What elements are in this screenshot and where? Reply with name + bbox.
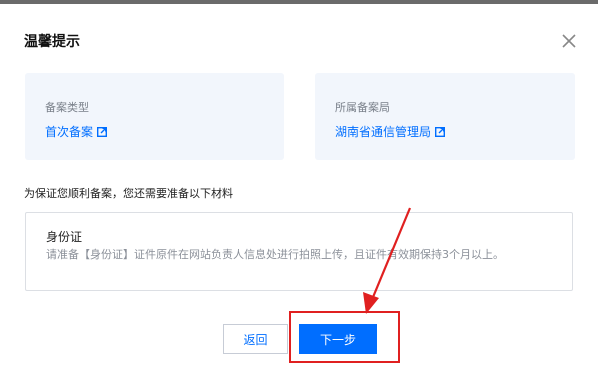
filing-bureau-value: 湖南省通信管理局	[335, 125, 432, 139]
dialog: 温馨提示 备案类型 首次备案 所属备案局 湖南省通信管理局 为保证您顺利备案，您…	[0, 4, 598, 374]
filing-bureau-card: 所属备案局 湖南省通信管理局	[315, 73, 575, 160]
external-link-icon	[97, 126, 108, 137]
materials-note: 为保证您顺利备案，您还需要准备以下材料	[24, 187, 233, 200]
next-button[interactable]: 下一步	[299, 324, 377, 354]
external-link-icon	[435, 126, 446, 137]
filing-type-link[interactable]: 首次备案	[45, 123, 108, 140]
dialog-title: 温馨提示	[24, 34, 80, 50]
close-icon[interactable]	[560, 32, 578, 50]
id-card-title: 身份证	[46, 230, 83, 244]
filing-type-value: 首次备案	[45, 125, 94, 139]
filing-type-card: 备案类型 首次备案	[25, 73, 284, 160]
id-card-description: 请准备【身份证】证件原件在网站负责人信息处进行拍照上传，且证件有效期保持3个月以…	[46, 248, 504, 261]
id-card-requirement: 身份证 请准备【身份证】证件原件在网站负责人信息处进行拍照上传，且证件有效期保持…	[25, 212, 573, 291]
filing-bureau-label: 所属备案局	[335, 101, 390, 114]
back-button[interactable]: 返回	[223, 324, 288, 354]
filing-type-label: 备案类型	[45, 101, 89, 114]
filing-bureau-link[interactable]: 湖南省通信管理局	[335, 123, 446, 140]
